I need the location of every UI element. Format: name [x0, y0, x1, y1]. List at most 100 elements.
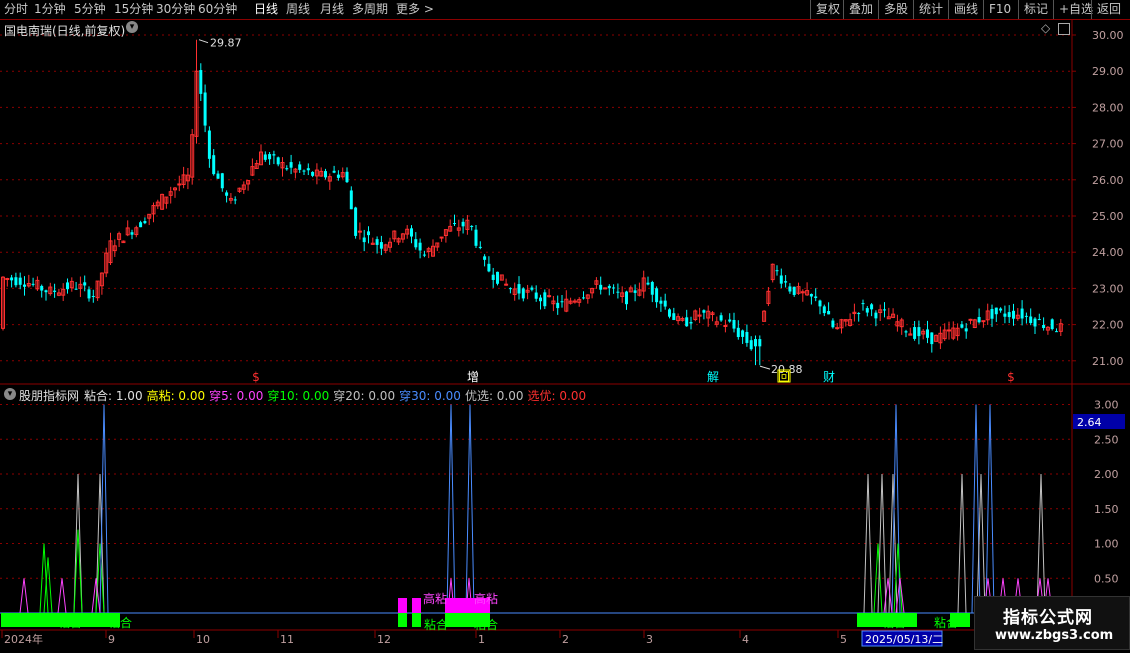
candle-body [362, 237, 366, 243]
candle-body [809, 293, 813, 297]
candle-body [732, 319, 736, 329]
candle-body [999, 308, 1003, 311]
candle-body [981, 320, 986, 323]
ind-y-tick-label: 2.00 [1094, 468, 1119, 481]
candle-body [663, 300, 667, 307]
ind-y-tick-label: 1.00 [1094, 538, 1119, 551]
toolbar-button-4[interactable]: 画线 [948, 0, 983, 19]
candle-body [728, 319, 732, 322]
watermark-title: 指标公式网 [1003, 608, 1093, 628]
candle-body [276, 157, 280, 165]
tab-8[interactable]: 月线 [320, 2, 344, 17]
period-toolbar: 分时 1分钟 5分钟 15分钟 30分钟 60分钟 日线 周线 月线 多周期 更多 > 复权 叠加 多股统… [0, 0, 1130, 20]
candle-body [285, 168, 289, 170]
candle-body [994, 307, 998, 315]
candle-body [324, 171, 327, 178]
candle-body [1055, 331, 1058, 333]
main-y-tick-label: 27.00 [1092, 138, 1124, 151]
toolbar-button-8[interactable]: 返回 [1091, 0, 1126, 19]
indicator-value-5: 穿30: 0.00 [399, 389, 461, 403]
indicator-spike [57, 578, 67, 614]
candle-body [779, 275, 783, 284]
candle-body [349, 190, 353, 210]
candle-body [904, 331, 908, 333]
candle-body [1020, 308, 1024, 319]
candle-body [930, 332, 934, 345]
stock-title-dropdown-icon[interactable]: ▾ [126, 21, 138, 33]
toolbar-button-3[interactable]: 统计 [913, 0, 948, 19]
candle-body [968, 318, 973, 321]
watermark-url: www.zbgs3.com [995, 628, 1114, 643]
candle-body [336, 174, 340, 178]
cursor-date-label: 2025/05/13/二 [865, 633, 943, 646]
candle-body [410, 228, 413, 237]
event-marker-4: 财 [823, 370, 835, 384]
candle-body [814, 296, 818, 298]
candle-body [659, 300, 663, 304]
candle-body [865, 308, 869, 313]
candle-body [487, 263, 491, 272]
candle-body [207, 130, 211, 159]
candle-body [1029, 316, 1033, 324]
candle-body [199, 70, 203, 94]
tab-3[interactable]: 15分钟 [114, 2, 153, 17]
stock-title[interactable]: 国电南瑞(日线,前复权) [4, 22, 125, 39]
candle-body [130, 232, 134, 235]
toolbar-button-1[interactable]: 叠加 [843, 0, 878, 19]
low-pointer [759, 365, 771, 370]
event-marker-0: $ [252, 370, 260, 384]
tab-7[interactable]: 周线 [286, 2, 310, 17]
diamond-icon[interactable]: ◇ [1041, 21, 1050, 35]
candle-body [775, 270, 779, 272]
tab-1[interactable]: 1分钟 [34, 2, 66, 17]
candle-body [625, 291, 628, 305]
tab-10[interactable]: 更多 > [396, 2, 434, 17]
main-y-tick-label: 23.00 [1092, 282, 1124, 295]
bar-label-2: 高粘 [423, 591, 447, 606]
x-axis-label-6: 2 [562, 633, 569, 646]
candle-body [947, 329, 951, 332]
x-axis-label-4: 12 [377, 633, 391, 646]
tab-9[interactable]: 多周期 [352, 2, 388, 17]
candle-body [818, 300, 822, 307]
bar-label-3: 高粘 [474, 591, 498, 606]
settings-square-icon[interactable] [1058, 23, 1070, 35]
tab-4[interactable]: 30分钟 [156, 2, 195, 17]
toolbar-button-2[interactable]: 多股 [878, 0, 913, 19]
sticky-bar [398, 613, 407, 627]
candle-body [758, 339, 762, 347]
tab-6[interactable]: 日线 [254, 2, 278, 17]
tab-5[interactable]: 60分钟 [198, 2, 237, 17]
candle-body [83, 282, 87, 286]
tab-2[interactable]: 5分钟 [74, 2, 106, 17]
candle-body [44, 290, 48, 293]
tab-0[interactable]: 分时 [4, 2, 28, 17]
candle-body [543, 292, 547, 307]
candle-body [14, 277, 18, 286]
candle-body [31, 283, 35, 285]
indicator-name[interactable]: 股朋指标网 [19, 387, 79, 404]
ind-y-tick-label: 2.50 [1094, 433, 1119, 446]
candle-body [612, 287, 616, 289]
toolbar-button-6[interactable]: 标记 [1018, 0, 1053, 19]
candle-body [788, 286, 792, 292]
candle-body [741, 330, 745, 337]
candle-body [496, 271, 499, 284]
candle-body [560, 301, 564, 303]
indicator-value-0: 粘合: 1.00 [84, 389, 143, 403]
candle-body [603, 287, 607, 290]
candle-body [547, 295, 552, 298]
candle-body [470, 225, 474, 227]
toolbar-button-5[interactable]: F10 [983, 0, 1016, 19]
bar-label-5: 粘合 [474, 617, 498, 632]
x-axis-label-2: 10 [196, 633, 210, 646]
toolbar-button-0[interactable]: 复权 [810, 0, 845, 19]
candle-body [504, 283, 509, 286]
bar-label-7: 粘合 [934, 615, 958, 630]
candle-body [453, 223, 456, 225]
candle-body [5, 278, 10, 281]
candle-body [539, 297, 542, 302]
indicator-collapse-icon[interactable]: ▾ [4, 388, 16, 400]
bar-label-0: 粘合 [58, 615, 82, 630]
candle-body [607, 285, 611, 289]
